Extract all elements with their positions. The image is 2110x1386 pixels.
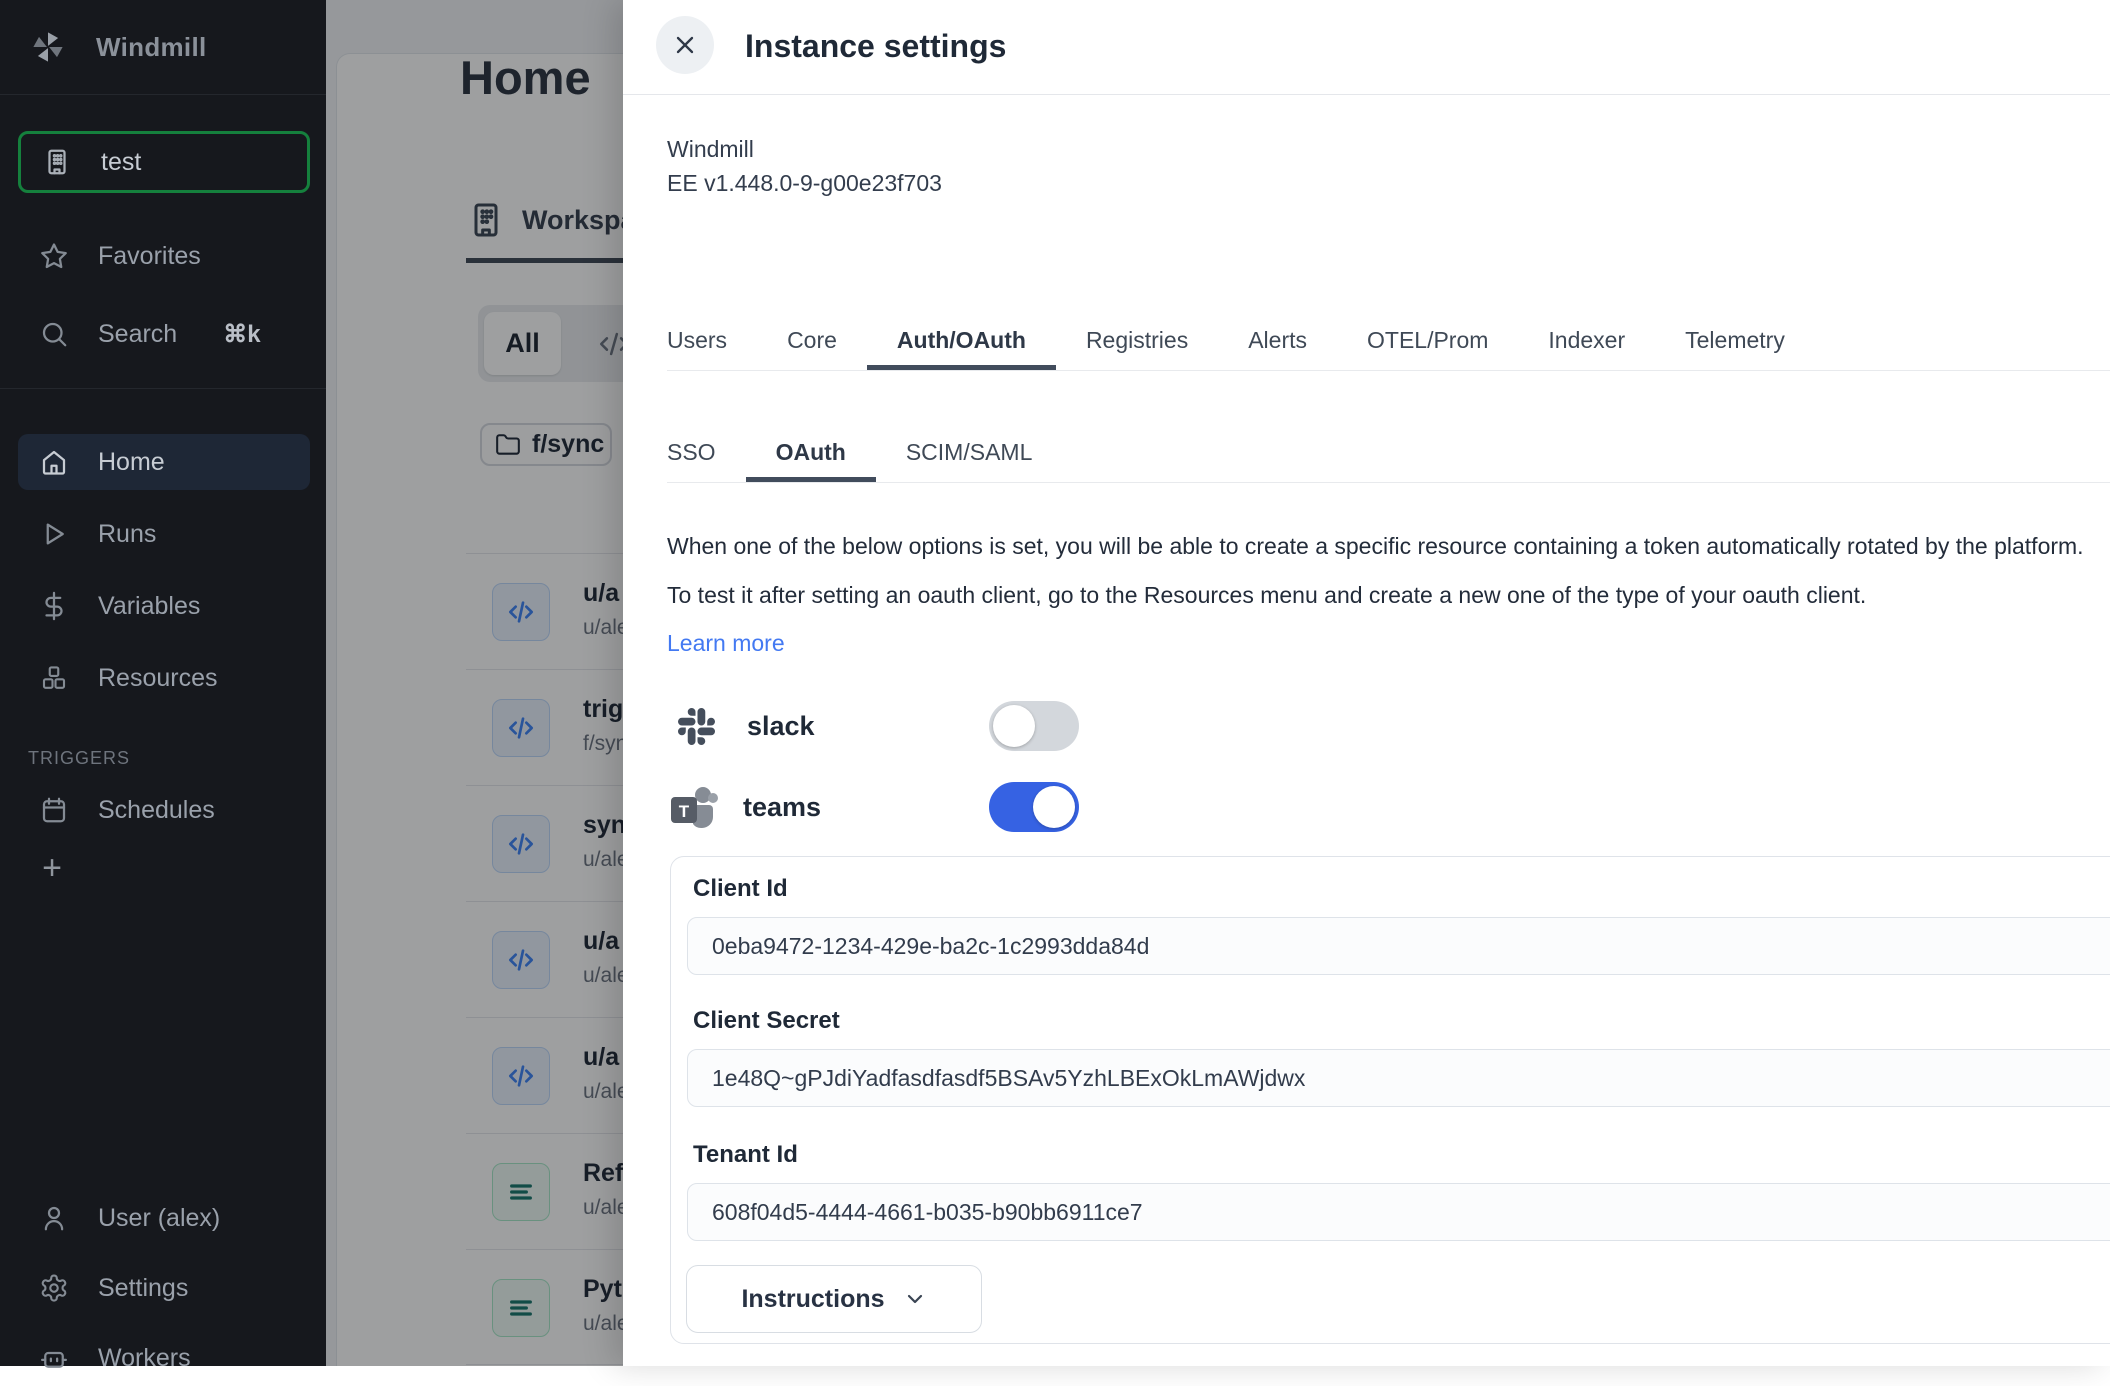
search-icon (38, 319, 70, 349)
client-secret-label: Client Secret (693, 1007, 840, 1035)
tab-users[interactable]: Users (667, 316, 757, 370)
windmill-logo-icon (30, 29, 66, 65)
triggers-section-label: TRIGGERS (28, 748, 130, 769)
tab-core[interactable]: Core (757, 316, 867, 370)
plus-icon: + (42, 849, 62, 888)
sidebar-item-label: Search (98, 320, 177, 349)
description-line-2: To test it after setting an oauth client… (667, 571, 2110, 620)
sidebar: Windmill test Favorites Search (0, 0, 326, 1366)
play-icon (38, 519, 70, 549)
tab-registries[interactable]: Registries (1056, 316, 1218, 370)
teams-toggle[interactable] (989, 782, 1079, 832)
learn-more-link[interactable]: Learn more (667, 630, 785, 657)
robot-icon (38, 1343, 70, 1373)
sidebar-item-favorites[interactable]: Favorites (18, 228, 310, 284)
teams-label: teams (743, 792, 821, 823)
toggle-knob (1033, 786, 1075, 828)
sidebar-item-label: Variables (98, 592, 200, 621)
teams-integration-row: T teams (667, 781, 821, 833)
sidebar-divider (0, 388, 326, 389)
sidebar-item-user[interactable]: User (alex) (18, 1190, 310, 1246)
drawer-title: Instance settings (745, 28, 1006, 65)
version-info: Windmill EE v1.448.0-9-g00e23f703 (667, 132, 942, 200)
settings-tabs: Users Core Auth/OAuth Registries Alerts … (667, 316, 2110, 371)
tab-indexer[interactable]: Indexer (1518, 316, 1655, 370)
app-title: Windmill (96, 32, 207, 63)
close-icon (671, 31, 699, 59)
sidebar-item-label: Settings (98, 1274, 188, 1303)
sidebar-item-label: Workers (98, 1344, 191, 1373)
calendar-icon (38, 795, 70, 825)
tenant-id-input[interactable] (687, 1183, 2110, 1241)
sidebar-item-schedules[interactable]: Schedules (18, 782, 310, 838)
oauth-description: When one of the below options is set, yo… (667, 522, 2110, 620)
slack-toggle[interactable] (989, 701, 1079, 751)
instructions-button[interactable]: Instructions (686, 1265, 982, 1333)
toggle-knob (993, 705, 1035, 747)
tab-telemetry[interactable]: Telemetry (1655, 316, 1815, 370)
slack-icon (678, 708, 715, 745)
drawer-header: Instance settings (623, 0, 2110, 95)
chevron-down-icon (903, 1287, 927, 1311)
sidebar-item-variables[interactable]: Variables (18, 578, 310, 634)
home-icon (38, 447, 70, 477)
svg-text:T: T (679, 802, 690, 821)
sidebar-item-label: Home (98, 448, 165, 477)
client-secret-input[interactable] (687, 1049, 2110, 1107)
instance-settings-drawer: Instance settings Windmill EE v1.448.0-9… (623, 0, 2110, 1366)
tab-auth-oauth[interactable]: Auth/OAuth (867, 316, 1056, 370)
add-trigger-button[interactable]: + (30, 846, 74, 890)
workspace-selector[interactable]: test (18, 131, 310, 193)
sidebar-logo[interactable]: Windmill (0, 0, 326, 95)
sidebar-item-label: Schedules (98, 796, 215, 825)
sidebar-item-label: User (alex) (98, 1204, 220, 1233)
user-icon (38, 1203, 70, 1233)
star-icon (38, 241, 70, 271)
client-id-label: Client Id (693, 875, 788, 903)
close-button[interactable] (656, 16, 714, 74)
client-id-input[interactable] (687, 917, 2110, 975)
version-number: EE v1.448.0-9-g00e23f703 (667, 166, 942, 200)
sidebar-item-search[interactable]: Search ⌘k (18, 306, 310, 362)
sidebar-item-label: Favorites (98, 242, 201, 271)
workspace-name: test (101, 148, 141, 177)
sidebar-item-settings[interactable]: Settings (18, 1260, 310, 1316)
teams-icon: T (669, 784, 719, 830)
description-line-1: When one of the below options is set, yo… (667, 522, 2110, 571)
modal-overlay[interactable] (326, 0, 623, 1366)
boxes-icon (38, 663, 70, 693)
sidebar-item-runs[interactable]: Runs (18, 506, 310, 562)
auth-subtabs: SSO OAuth SCIM/SAML (667, 428, 2110, 483)
dollar-icon (38, 591, 70, 621)
tenant-id-label: Tenant Id (693, 1141, 798, 1169)
sidebar-item-label: Resources (98, 664, 218, 693)
sidebar-item-resources[interactable]: Resources (18, 650, 310, 706)
subtab-oauth[interactable]: OAuth (746, 428, 876, 482)
building-icon (41, 147, 73, 177)
instructions-button-label: Instructions (741, 1285, 884, 1314)
sidebar-item-home[interactable]: Home (18, 434, 310, 490)
app-name: Windmill (667, 132, 942, 166)
tab-alerts[interactable]: Alerts (1218, 316, 1337, 370)
slack-label: slack (747, 711, 815, 742)
subtab-sso[interactable]: SSO (667, 428, 746, 482)
search-shortcut: ⌘k (223, 320, 260, 349)
tab-otel-prom[interactable]: OTEL/Prom (1337, 316, 1518, 370)
sidebar-item-label: Runs (98, 520, 156, 549)
gear-icon (38, 1273, 70, 1303)
sidebar-item-workers[interactable]: Workers (18, 1330, 310, 1386)
slack-integration-row: slack (667, 700, 815, 752)
subtab-scim-saml[interactable]: SCIM/SAML (876, 428, 1063, 482)
teams-oauth-form: Client Id Client Secret Tenant Id Instru… (670, 856, 2110, 1344)
